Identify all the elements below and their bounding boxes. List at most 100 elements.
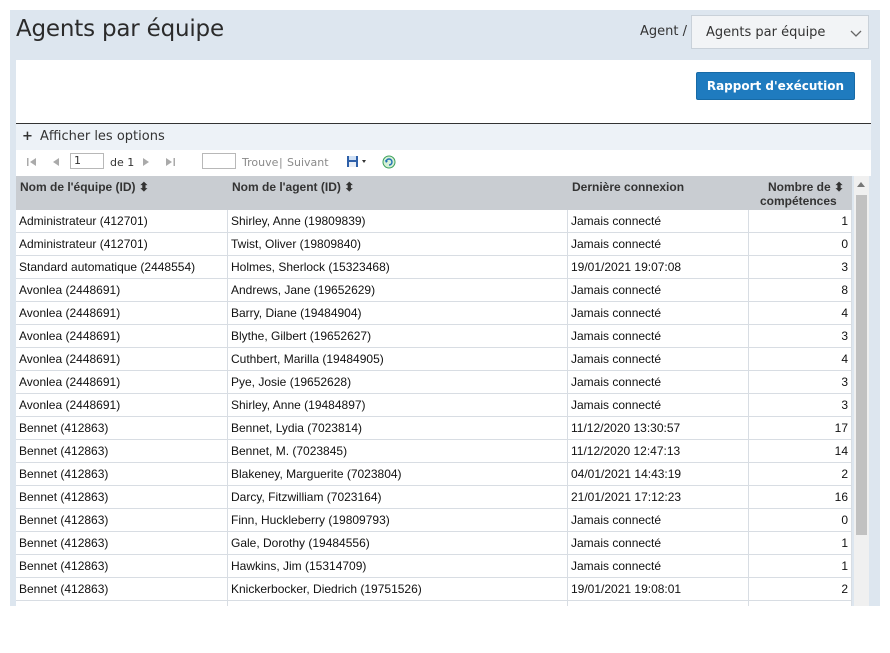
cell-agent: Andrews, Jane (19652629) xyxy=(228,279,568,301)
last-page-icon[interactable] xyxy=(164,156,176,168)
cell-agent: Darcy, Fitzwilliam (7023164) xyxy=(228,486,568,508)
table-row[interactable]: Bennet (412863) Darcy, Fitzwilliam (70231… xyxy=(16,486,852,509)
cell-agent: Lucas, Charlotte (19484592) xyxy=(228,601,568,606)
table-row[interactable]: Bennet (412863) Finn, Huckleberry (198097… xyxy=(16,509,852,532)
table-row[interactable]: Bennet (412863) Knickerbocker, Diedrich (… xyxy=(16,578,852,601)
cell-agent: Gale, Dorothy (19484556) xyxy=(228,532,568,554)
table-row[interactable]: Avonlea (2448691) Shirley, Anne (19484897… xyxy=(16,394,852,417)
show-options-toggle[interactable]: + Afficher les options xyxy=(16,124,871,150)
cell-skills: 1 xyxy=(749,555,852,577)
cell-last-login: Jamais connecté xyxy=(568,371,749,393)
chevron-down-icon xyxy=(850,30,862,37)
cell-last-login: 21/01/2021 17:12:23 xyxy=(568,486,749,508)
table-row[interactable]: Bennet (412863) Blakeney, Marguerite (702… xyxy=(16,463,852,486)
cell-skills: 0 xyxy=(749,233,852,255)
table-row[interactable]: Avonlea (2448691) Blythe, Gilbert (196526… xyxy=(16,325,852,348)
cell-skills: 2 xyxy=(749,578,852,600)
cell-skills: 3 xyxy=(749,601,852,606)
cell-last-login: Jamais connecté xyxy=(568,532,749,554)
table-row[interactable]: Bennet (412863) Bennet, Lydia (7023814) 11… xyxy=(16,417,852,440)
cell-skills: 3 xyxy=(749,256,852,278)
table-header: Nom de l'équipe (ID) ⬍ Nom de l'agent (I… xyxy=(16,176,852,210)
cell-agent: Cuthbert, Marilla (19484905) xyxy=(228,348,568,370)
cell-skills: 17 xyxy=(749,417,852,439)
col-header-skills[interactable]: Nombre de ⬍ xyxy=(768,180,844,194)
cell-team: Bennet (412863) xyxy=(16,463,228,485)
cell-last-login: Jamais connecté xyxy=(568,509,749,531)
table-row[interactable]: Bennet (412863) Bennet, M. (7023845) 11/12… xyxy=(16,440,852,463)
cell-last-login: Jamais connecté xyxy=(568,348,749,370)
scroll-up-arrow-icon[interactable] xyxy=(857,182,865,187)
page-count-label: de 1 xyxy=(110,156,135,169)
cell-agent: Barry, Diane (19484904) xyxy=(228,302,568,324)
find-link[interactable]: Trouve xyxy=(242,156,278,169)
cell-last-login: Jamais connecté xyxy=(568,325,749,347)
breadcrumb: Agent / xyxy=(640,24,687,39)
cell-last-login: 19/01/2021 19:07:08 xyxy=(568,256,749,278)
next-page-icon[interactable] xyxy=(140,156,152,168)
find-input[interactable] xyxy=(202,153,236,169)
cell-skills: 1 xyxy=(749,532,852,554)
cell-team: Administrateur (412701) xyxy=(16,210,228,232)
cell-agent: Holmes, Sherlock (15323468) xyxy=(228,256,568,278)
refresh-icon[interactable] xyxy=(382,155,396,169)
col-header-agent[interactable]: Nom de l'agent (ID) ⬍ xyxy=(232,180,354,194)
col-header-skills-line2: compétences xyxy=(760,194,837,208)
table-row[interactable]: Standard automatique (2448554) Holmes, Sh… xyxy=(16,256,852,279)
cell-last-login: Jamais connecté xyxy=(568,394,749,416)
data-table: Nom de l'équipe (ID) ⬍ Nom de l'agent (I… xyxy=(16,176,852,606)
cell-skills: 3 xyxy=(749,325,852,347)
cell-skills: 14 xyxy=(749,440,852,462)
cell-skills: 4 xyxy=(749,348,852,370)
cell-team: Bennet (412863) xyxy=(16,555,228,577)
col-header-last-login[interactable]: Dernière connexion xyxy=(572,180,684,194)
table-row[interactable]: Avonlea (2448691) Barry, Diane (19484904)… xyxy=(16,302,852,325)
table-row[interactable]: Bennet (412863) Hawkins, Jim (15314709) Ja… xyxy=(16,555,852,578)
cell-last-login: Jamais connecté xyxy=(568,233,749,255)
page-number-input[interactable]: 1 xyxy=(70,153,104,169)
save-icon[interactable] xyxy=(346,155,368,169)
cell-team: Avonlea (2448691) xyxy=(16,394,228,416)
cell-agent: Twist, Oliver (19809840) xyxy=(228,233,568,255)
cell-last-login: 11/12/2020 12:47:13 xyxy=(568,440,749,462)
table-body: Administrateur (412701) Shirley, Anne (19… xyxy=(16,210,852,606)
options-panel: Rapport d'exécution xyxy=(16,60,871,124)
cell-skills: 0 xyxy=(749,509,852,531)
plus-icon: + xyxy=(22,129,33,144)
cell-team: Bennet (412863) xyxy=(16,601,228,606)
cell-last-login: 04/01/2021 14:43:19 xyxy=(568,463,749,485)
cell-last-login: 19/01/2021 19:08:01 xyxy=(568,578,749,600)
toolbar-separator: | xyxy=(279,156,283,169)
vertical-scrollbar[interactable] xyxy=(854,176,869,606)
cell-team: Avonlea (2448691) xyxy=(16,325,228,347)
cell-skills: 4 xyxy=(749,302,852,324)
report-toolbar: 1 de 1 Trouve | Suivant xyxy=(16,150,871,176)
table-row[interactable]: Avonlea (2448691) Andrews, Jane (19652629… xyxy=(16,279,852,302)
scroll-thumb[interactable] xyxy=(856,195,867,535)
cell-team: Bennet (412863) xyxy=(16,440,228,462)
table-row[interactable]: Administrateur (412701) Twist, Oliver (19… xyxy=(16,233,852,256)
prev-page-icon[interactable] xyxy=(50,156,62,168)
table-row[interactable]: Avonlea (2448691) Pye, Josie (19652628) Ja… xyxy=(16,371,852,394)
cell-team: Avonlea (2448691) xyxy=(16,371,228,393)
cell-team: Standard automatique (2448554) xyxy=(16,256,228,278)
col-header-team[interactable]: Nom de l'équipe (ID) ⬍ xyxy=(20,180,149,194)
page-title: Agents par équipe xyxy=(16,16,224,42)
table-row[interactable]: Administrateur (412701) Shirley, Anne (19… xyxy=(16,210,852,233)
cell-last-login: Jamais connecté xyxy=(568,210,749,232)
run-report-button[interactable]: Rapport d'exécution xyxy=(695,72,855,100)
table-row[interactable]: Bennet (412863)Lucas, Charlotte (1948459… xyxy=(16,601,852,606)
first-page-icon[interactable] xyxy=(26,156,38,168)
table-row[interactable]: Avonlea (2448691) Cuthbert, Marilla (1948… xyxy=(16,348,852,371)
cell-skills: 2 xyxy=(749,463,852,485)
next-match-link[interactable]: Suivant xyxy=(287,156,329,169)
table-row[interactable]: Bennet (412863) Gale, Dorothy (19484556) J… xyxy=(16,532,852,555)
cell-last-login: Jamais connecté xyxy=(568,279,749,301)
cell-agent: Shirley, Anne (19809839) xyxy=(228,210,568,232)
report-selector[interactable]: Agents par équipe xyxy=(691,15,869,49)
cell-skills: 1 xyxy=(749,210,852,232)
cell-agent: Knickerbocker, Diedrich (19751526) xyxy=(228,578,568,600)
cell-team: Bennet (412863) xyxy=(16,509,228,531)
cell-last-login: Jamais connecté xyxy=(568,302,749,324)
report-selector-value: Agents par équipe xyxy=(706,25,826,40)
